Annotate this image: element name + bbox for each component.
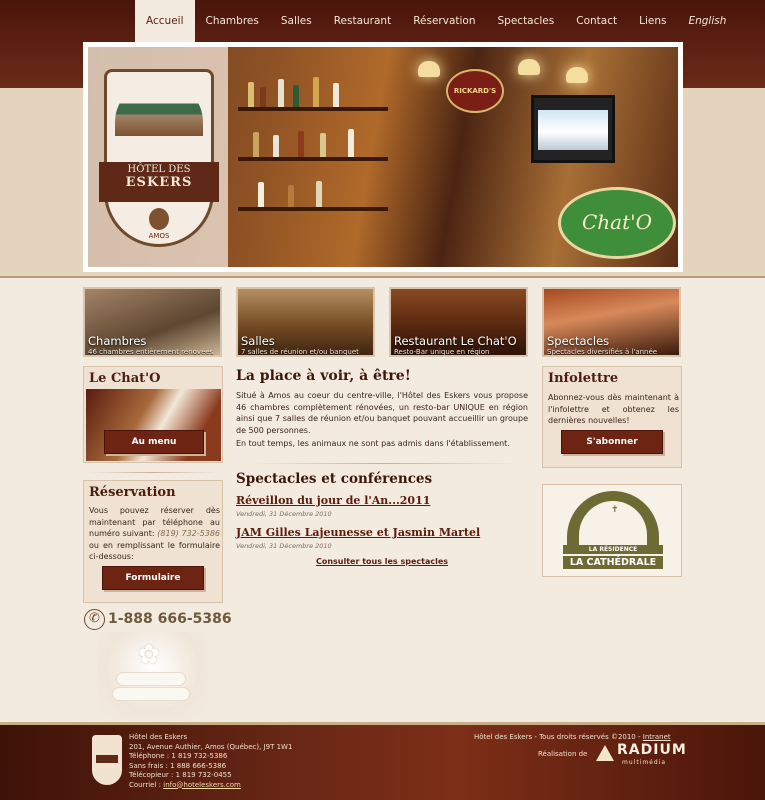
animals-notice: En tout temps, les animaux ne sont pas a… <box>236 439 510 448</box>
phone-icon: ✆ <box>84 609 105 630</box>
bar-photo: RICKARD'S Chat'O HÔTEL DES ESKERS AMOS <box>88 47 678 267</box>
chato-box-title: Le Chat'O <box>89 371 161 386</box>
welcome-paragraph: Situé à Amos au coeur du centre-ville, l… <box>236 391 528 435</box>
thumb-chambres[interactable]: Chambres 46 chambres entièrement rénovée… <box>83 287 222 357</box>
welcome-title: La place à voir, à être! <box>236 368 411 384</box>
logo-line2: ESKERS <box>125 175 193 190</box>
reservation-box: Réservation Vous pouvez réserver dès mai… <box>83 480 223 603</box>
dome-icon: ✝ <box>567 491 659 547</box>
footer: Hôtel des Eskers 201, Avenue Authier, Am… <box>0 722 765 800</box>
residence-ad[interactable]: ✝ LA RÉSIDENCE LA CATHÉDRALE <box>542 484 682 577</box>
menu-button[interactable]: Au menu <box>104 430 204 454</box>
footer-logo <box>92 735 122 785</box>
reservation-phone: (819) 732-5386 <box>157 529 220 538</box>
radium-logo[interactable]: RADIUM <box>617 742 687 758</box>
residence-line2: LA CATHÉDRALE <box>563 555 663 569</box>
tollfree-number: 1-888 666-5386 <box>108 611 232 627</box>
thumb-restaurant[interactable]: Restaurant Le Chat'O Resto-Bar unique en… <box>389 287 528 357</box>
thumb-spectacles[interactable]: Spectacles Spectacles diversifiés à l'an… <box>542 287 681 357</box>
drop-icon <box>149 208 169 230</box>
mountain-emblem-icon <box>115 82 203 154</box>
logo-panel: HÔTEL DES ESKERS AMOS <box>88 47 228 267</box>
chato-logo-sign: Chat'O <box>558 187 676 259</box>
main-nav: Accueil Chambres Salles Restaurant Réser… <box>135 0 737 43</box>
newsletter-title: Infolettre <box>548 371 619 386</box>
rickards-sign: RICKARD'S <box>446 69 504 113</box>
nav-chambres[interactable]: Chambres <box>195 0 270 43</box>
shows-title: Spectacles et conférences <box>236 471 433 487</box>
nav-accueil[interactable]: Accueil <box>135 0 195 43</box>
show-date-1: Vendredi, 31 Décembre 2010 <box>236 510 332 518</box>
tv-screen <box>531 95 615 163</box>
nav-contact[interactable]: Contact <box>565 0 628 43</box>
residence-line1: LA RÉSIDENCE <box>563 545 663 554</box>
footer-address: Hôtel des Eskers 201, Avenue Authier, Am… <box>129 733 293 789</box>
all-shows-link[interactable]: Consulter tous les spectacles <box>236 557 528 566</box>
nav-salles[interactable]: Salles <box>270 0 323 43</box>
footer-email-link[interactable]: info@hoteleskers.com <box>163 781 241 789</box>
feature-thumbs: Chambres 46 chambres entièrement rénovée… <box>83 287 683 357</box>
reservation-title: Réservation <box>89 485 176 500</box>
reservation-text: Vous pouvez réserver dès maintenant par … <box>89 506 220 561</box>
nav-spectacles[interactable]: Spectacles <box>487 0 566 43</box>
radium-sub: multimédia <box>622 759 667 766</box>
radium-triangle-icon <box>596 745 614 761</box>
formulaire-button[interactable]: Formulaire <box>102 566 204 590</box>
nav-reservation[interactable]: Réservation <box>402 0 486 43</box>
chato-box: Le Chat'O Au menu <box>83 366 223 463</box>
spa-flower-image: ✿ <box>98 632 208 720</box>
show-link-1[interactable]: Réveillon du jour de l'An...2011 <box>236 494 430 507</box>
subscribe-button[interactable]: S'abonner <box>561 430 663 454</box>
footer-credit: Réalisation de <box>538 750 588 758</box>
hero-banner: RICKARD'S Chat'O HÔTEL DES ESKERS AMOS <box>83 42 683 272</box>
thumb-salles[interactable]: Salles 7 salles de réunion et/ou banquet <box>236 287 375 357</box>
logo-line1: HÔTEL DES <box>127 164 191 175</box>
intranet-link[interactable]: Intranet <box>643 733 671 741</box>
nav-english[interactable]: English <box>677 0 737 43</box>
newsletter-text: Abonnez-vous dès maintenant à l'infolett… <box>548 393 679 425</box>
hotel-logo: HÔTEL DES ESKERS AMOS <box>99 69 219 247</box>
nav-restaurant[interactable]: Restaurant <box>323 0 402 43</box>
logo-city: AMOS <box>148 232 170 240</box>
newsletter-box: Infolettre Abonnez-vous dès maintenant à… <box>542 366 682 468</box>
show-link-2[interactable]: JAM Gilles Lajeunesse et Jasmin Martel <box>236 526 480 539</box>
show-date-2: Vendredi, 31 Décembre 2010 <box>236 542 332 550</box>
nav-liens[interactable]: Liens <box>628 0 677 43</box>
